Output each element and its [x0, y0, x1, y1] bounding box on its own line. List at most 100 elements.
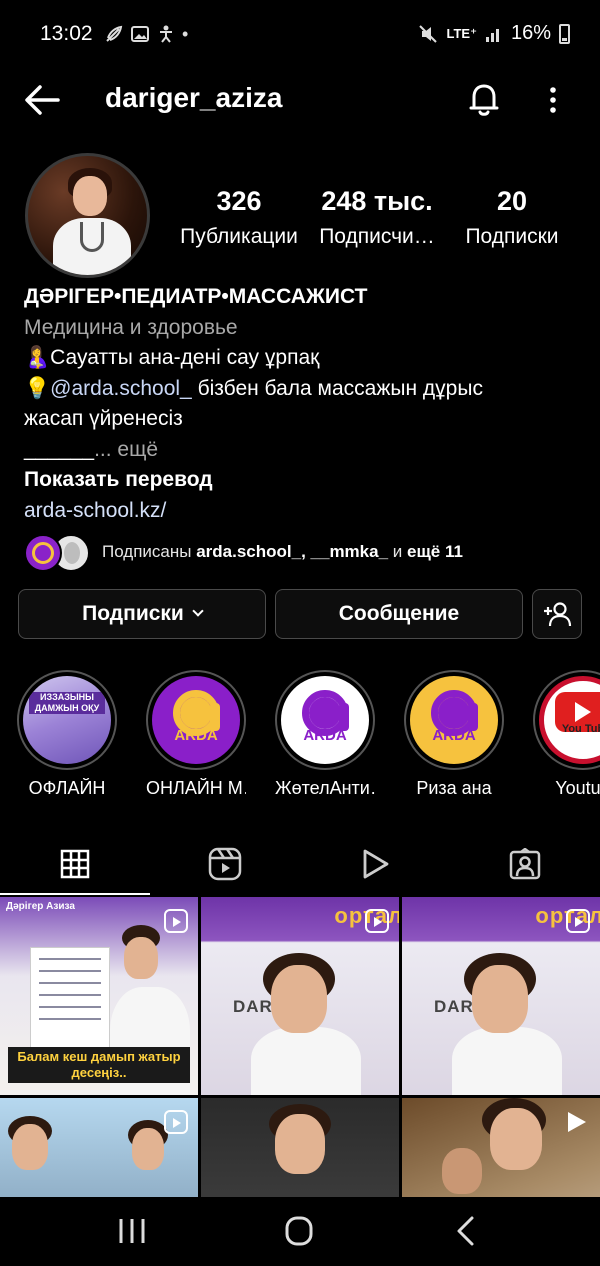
- play-icon: [568, 1112, 586, 1132]
- followed-by-rest: ещё 11: [407, 542, 463, 561]
- tab-grid[interactable]: [0, 835, 150, 895]
- highlight-cover: ARDA: [152, 676, 240, 764]
- profile-display-name: ДӘРІГЕР•ПЕДИАТР•МАССАЖИСТ: [24, 285, 368, 308]
- message-button[interactable]: Сообщение: [275, 589, 523, 639]
- reel-icon: [566, 909, 590, 933]
- add-user-icon: [544, 602, 572, 627]
- posts-label: Публикации: [180, 225, 298, 248]
- bell-icon[interactable]: [465, 80, 503, 118]
- post-person-face: [124, 937, 158, 979]
- dot-icon: •: [182, 24, 189, 44]
- profile-tabs: [0, 835, 600, 895]
- chevron-down-icon: [192, 605, 204, 617]
- tab-reels[interactable]: [150, 835, 300, 893]
- post-thumbnail[interactable]: Дәрігер Азиза Балам кеш дамып жатыр десе…: [0, 897, 198, 1095]
- highlight-ring: ИЗЗАЗЫНЫ ДАМЖЫН ОҚУ: [17, 670, 117, 770]
- post-thumbnail[interactable]: [201, 1098, 399, 1197]
- tab-videos[interactable]: [300, 835, 450, 893]
- accessibility-icon: [160, 25, 172, 43]
- highlight-label: ЖөтелАнти…: [275, 778, 375, 798]
- followed-by-row[interactable]: Подписаны arda.school_, __mmka_ и ещё 11: [24, 534, 584, 572]
- bio-line-2-text: бізбен бала массажын дұрыс: [191, 376, 483, 400]
- post-thumbnail[interactable]: ортал DARIGER: [402, 897, 600, 1095]
- grid-icon: [60, 849, 90, 879]
- highlight-riza-ana[interactable]: ARDA Риза ана: [404, 670, 504, 799]
- follower-avatar-arda: [24, 534, 62, 572]
- reel-icon: [164, 909, 188, 933]
- arda-logo-icon: [32, 542, 54, 564]
- reel-icon: [365, 909, 389, 933]
- profile-bio: ДӘРІГЕР•ПЕДИАТР•МАССАЖИСТ Медицина и здо…: [24, 282, 584, 526]
- highlight-logo-text: ARDA: [303, 727, 347, 744]
- post-child-face: [442, 1148, 482, 1194]
- post-thumbnail[interactable]: [402, 1098, 600, 1197]
- tab-tagged[interactable]: [450, 835, 600, 893]
- story-highlights: ИЗЗАЗЫНЫ ДАМЖЫН ОҚУ ОФЛАЙН ARDA ОНЛАЙН М…: [0, 670, 600, 810]
- status-right: LTE⁺ 16%: [417, 22, 570, 45]
- followers-count: 248 тыс.: [321, 186, 433, 216]
- followed-by-prefix: Подписаны: [102, 542, 197, 561]
- highlight-logo-text: You Tub: [561, 723, 600, 735]
- stat-following[interactable]: 20 Подписки: [452, 186, 572, 249]
- add-user-button[interactable]: [532, 589, 582, 639]
- status-time: 13:02: [40, 22, 93, 45]
- post-thumbnail[interactable]: ортал DARIGER: [201, 897, 399, 1095]
- home-icon[interactable]: [279, 1215, 319, 1247]
- gallery-icon: [131, 26, 149, 42]
- highlight-ring: ARDA: [404, 670, 504, 770]
- highlight-offline[interactable]: ИЗЗАЗЫНЫ ДАМЖЫН ОҚУ ОФЛАЙН: [17, 670, 117, 799]
- following-label: Подписки: [465, 225, 559, 248]
- highlight-label: Youtub: [555, 778, 600, 798]
- highlight-label: ОНЛАЙН М…: [146, 778, 246, 798]
- highlight-cover: ARDA: [281, 676, 369, 764]
- highlight-youtube[interactable]: You Tub Youtub: [533, 670, 600, 799]
- post-author-overlay: Дәрігер Азиза: [6, 901, 75, 912]
- post-person-coat: [452, 1027, 562, 1095]
- following-count: 20: [496, 186, 528, 216]
- post-person-face: [271, 965, 327, 1033]
- android-nav-bar: [0, 1197, 600, 1266]
- signal-icon: [485, 28, 499, 42]
- posts-grid: Дәрігер Азиза Балам кеш дамып жатыр десе…: [0, 897, 600, 1197]
- profile-avatar[interactable]: [25, 153, 150, 278]
- battery-icon: [559, 23, 570, 44]
- stat-followers[interactable]: 248 тыс. Подписчи…: [312, 186, 442, 249]
- followed-by-connector: и: [388, 542, 407, 561]
- status-bar: 13:02 • LTE⁺ 16%: [0, 0, 600, 70]
- bio-line-3: жасап үйренесіз: [24, 407, 183, 430]
- avatar-face: [73, 176, 107, 216]
- following-button[interactable]: Подписки: [18, 589, 266, 639]
- feather-icon: [106, 25, 123, 42]
- more-options-icon[interactable]: [540, 84, 566, 116]
- bio-more-link[interactable]: ... ещё: [94, 438, 158, 461]
- network-type: LTE⁺: [446, 25, 477, 41]
- post-person-face: [490, 1108, 542, 1170]
- profile-website-link[interactable]: arda-school.kz/: [24, 496, 584, 527]
- highlight-logo-text: ARDA: [432, 727, 476, 744]
- followed-by-names: arda.school_, __mmka_: [196, 542, 389, 561]
- profile-header: dariger_aziza: [0, 70, 600, 130]
- highlight-online[interactable]: ARDA ОНЛАЙН М…: [146, 670, 246, 799]
- profile-category: Медицина и здоровье: [24, 315, 238, 339]
- bio-mention-link[interactable]: @arda.school_: [50, 377, 192, 400]
- highlight-cover: ИЗЗАЗЫНЫ ДАМЖЫН ОҚУ: [23, 676, 111, 764]
- highlight-cough[interactable]: ARDA ЖөтелАнти…: [275, 670, 375, 799]
- reels-icon: [208, 847, 242, 881]
- post-thumbnail[interactable]: [0, 1098, 198, 1197]
- post-person-coat: [251, 1027, 361, 1095]
- back-arrow-icon[interactable]: [22, 82, 62, 118]
- message-button-label: Сообщение: [338, 602, 460, 625]
- stat-posts[interactable]: 326 Публикации: [170, 186, 308, 249]
- highlight-cover: You Tub: [539, 676, 600, 764]
- post-person-face: [132, 1128, 164, 1170]
- bio-underline: ______: [24, 437, 95, 461]
- highlight-label: ОФЛАЙН: [28, 778, 106, 798]
- mute-icon: [418, 24, 437, 43]
- show-translation-link[interactable]: Показать перевод: [24, 465, 584, 496]
- highlight-cover-text: ИЗЗАЗЫНЫ ДАМЖЫН ОҚУ: [29, 692, 105, 714]
- back-nav-icon[interactable]: [446, 1215, 486, 1247]
- highlight-ring: ARDA: [275, 670, 375, 770]
- recent-apps-icon[interactable]: [112, 1215, 152, 1247]
- tagged-user-icon: [509, 848, 541, 880]
- bio-line-4: ______... ещё: [24, 435, 584, 466]
